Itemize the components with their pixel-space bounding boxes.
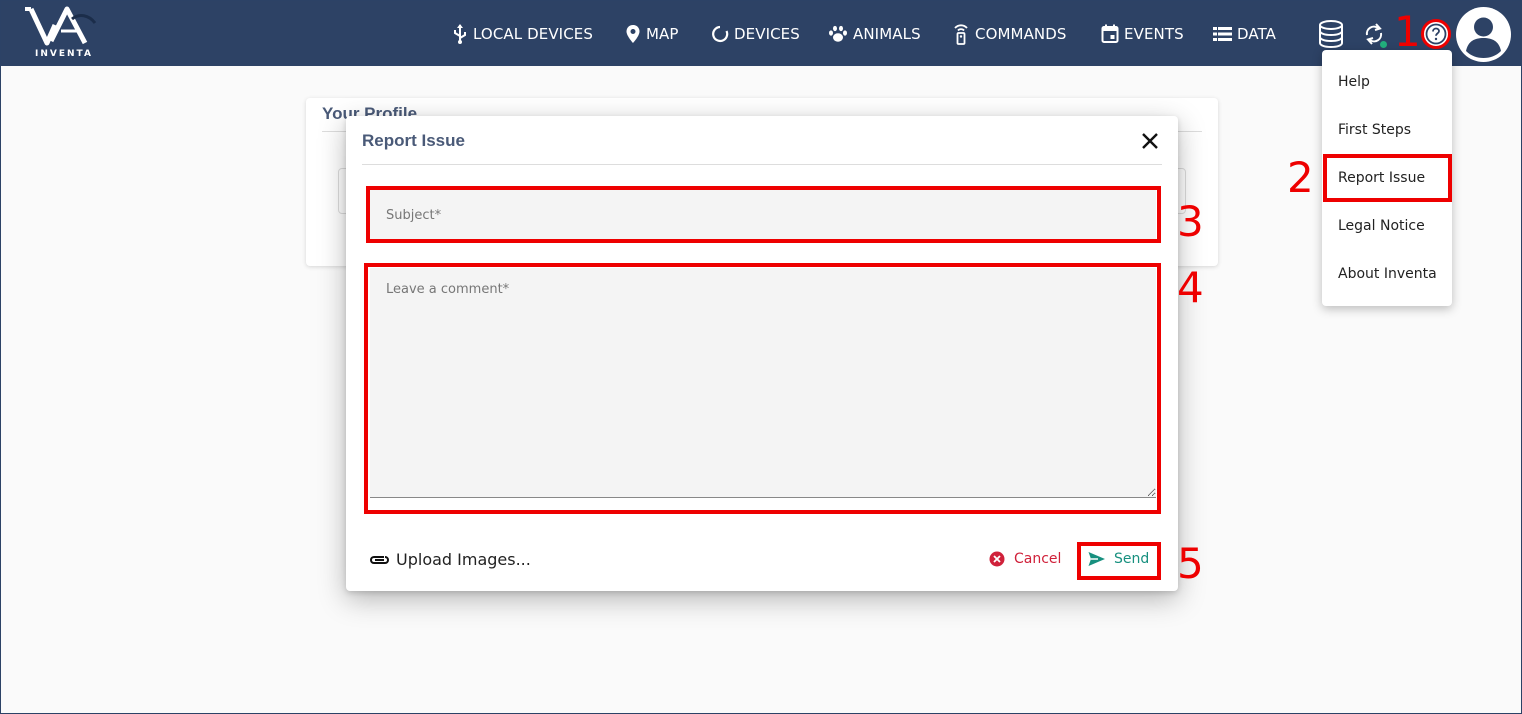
annotation-number-4: 4 [1177,263,1204,312]
attachment-icon [369,555,390,564]
cancel-circle-icon [989,551,1005,567]
calendar-icon [1101,24,1119,43]
nav-commands[interactable]: COMMANDS [952,19,1067,49]
close-icon [1142,133,1158,149]
upload-images-label: Upload Images... [396,550,531,569]
sync-status-dot [1380,41,1387,48]
menu-item-help[interactable]: Help [1322,58,1452,106]
send-label: Send [1114,551,1150,567]
nav-label-local-devices: LOCAL DEVICES [473,25,593,43]
help-dropdown-menu: Help First Steps Report Issue Legal Noti… [1322,50,1452,306]
help-icon [1425,23,1447,45]
nav-label-data: DATA [1237,25,1277,43]
nav-map[interactable]: MAP [625,19,679,49]
account-icon [1466,17,1501,58]
cancel-button[interactable]: Cancel [989,551,1061,567]
upload-images-button[interactable]: Upload Images... [368,550,531,569]
nav-local-devices[interactable]: LOCAL DEVICES [452,19,593,49]
database-button[interactable] [1318,20,1344,52]
cancel-label: Cancel [1014,551,1062,567]
nav-data[interactable]: DATA [1213,19,1276,49]
comment-textarea[interactable] [370,268,1156,498]
dialog-divider [362,164,1162,165]
logo-text: INVENTA [35,49,93,59]
logo-mark-icon [25,6,97,46]
account-button[interactable] [1456,7,1511,62]
nav-label-events: EVENTS [1124,25,1184,43]
report-issue-dialog: Report Issue Upload Images... Cancel Sen… [346,116,1178,591]
inventa-logo[interactable]: INVENTA [17,5,107,61]
nav-devices[interactable]: DEVICES [711,19,800,49]
database-icon [1319,20,1343,49]
send-icon [1088,552,1105,566]
circle-loader-icon [712,25,729,43]
usb-icon [454,24,466,44]
dialog-title: Report Issue [362,131,465,150]
map-pin-icon [626,25,640,43]
nav-label-devices: DEVICES [734,25,800,43]
annotation-number-1: 1 [1394,7,1421,56]
nav-label-commands: COMMANDS [975,25,1067,43]
menu-item-first-steps[interactable]: First Steps [1322,106,1452,154]
close-button[interactable] [1139,130,1161,152]
remote-icon [954,24,968,45]
nav-label-map: MAP [646,25,679,43]
paw-icon [829,25,847,42]
subject-input[interactable] [370,190,1156,242]
nav-animals[interactable]: ANIMALS [828,19,921,49]
annotation-number-2: 2 [1287,153,1314,202]
help-button[interactable] [1421,19,1451,49]
annotation-number-3: 3 [1177,197,1204,246]
menu-item-report-issue[interactable]: Report Issue [1322,154,1452,202]
list-icon [1213,27,1232,41]
annotation-number-5: 5 [1177,539,1204,588]
menu-item-legal-notice[interactable]: Legal Notice [1322,202,1452,250]
top-navigation-bar: INVENTA LOCAL DEVICES MAP DEVICES ANIMAL… [1,1,1522,66]
nav-label-animals: ANIMALS [853,25,921,43]
nav-events[interactable]: EVENTS [1101,19,1184,49]
send-button[interactable]: Send [1088,551,1149,567]
menu-item-about-inventa[interactable]: About Inventa [1322,250,1452,298]
